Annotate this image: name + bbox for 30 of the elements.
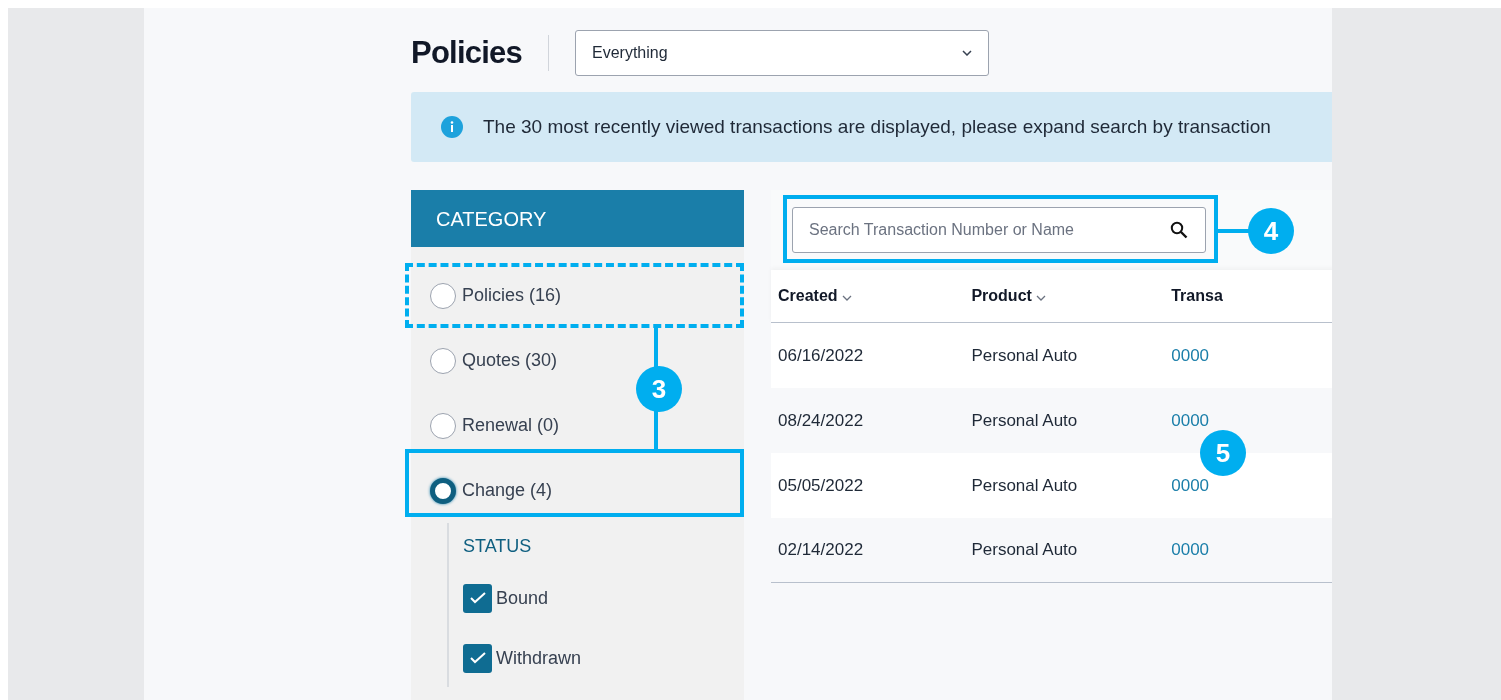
category-header: CATEGORY (411, 190, 744, 247)
status-title: STATUS (463, 535, 533, 558)
table-cell-text: 08/24/2022 (777, 409, 865, 432)
column-header[interactable]: Created (771, 284, 972, 308)
status-checkbox[interactable]: Withdrawn (463, 621, 744, 681)
table-cell-text: 06/16/2022 (777, 344, 865, 367)
category-radio[interactable]: Renewal (0) (430, 393, 560, 458)
status-checkbox[interactable]: Bound (463, 561, 744, 621)
search-field[interactable]: Search Transaction Number or Name (792, 207, 1206, 253)
checkmark-icon (469, 592, 486, 604)
info-icon (441, 116, 463, 138)
transaction-link[interactable]: 0000 (1171, 537, 1332, 563)
category-radio[interactable]: Quotes (30) (430, 328, 558, 393)
category-radio[interactable]: Policies (16) (430, 263, 562, 328)
category-radio[interactable]: Change (4) (430, 458, 553, 523)
column-header[interactable]: Transa (1171, 284, 1332, 308)
table-cell-text: Personal Auto (971, 344, 1079, 367)
table-cell-text: Personal Auto (971, 474, 1079, 497)
checkmark-icon (469, 652, 486, 664)
table-cell-text: Personal Auto (971, 539, 1079, 562)
table-cell-text: 02/14/2022 (777, 539, 865, 562)
table-cell-text: Personal Auto (971, 409, 1079, 432)
page-title: Policies (411, 33, 522, 72)
chevron-down-icon (962, 50, 972, 56)
search-icon (1170, 221, 1188, 239)
banner-text: The 30 most recently viewed transactions are displayed, please expand search by transaction (483, 114, 1271, 139)
column-header[interactable]: Product (971, 284, 1172, 308)
transaction-link[interactable]: 0000 (1171, 342, 1332, 369)
filter-dropdown[interactable]: Everything (575, 30, 989, 76)
table-cell-text: 05/05/2022 (777, 474, 865, 497)
